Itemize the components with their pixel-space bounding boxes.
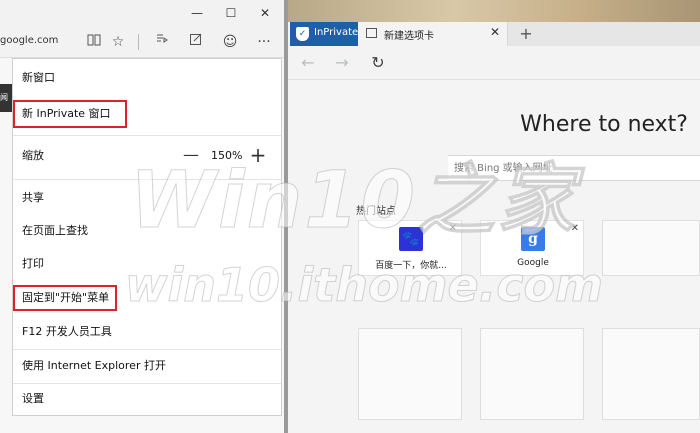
inprivate-label: InPrivate [314, 27, 359, 38]
highlight-box-inprivate [13, 100, 127, 128]
close-window-button[interactable]: ✕ [250, 4, 280, 22]
empty-site-tile[interactable] [480, 328, 584, 420]
menu-new-window[interactable]: 新窗口 [13, 65, 281, 91]
desktop-wallpaper-strip [288, 0, 700, 22]
menu-settings[interactable]: 设置 [13, 386, 281, 412]
minimize-button[interactable]: — [182, 4, 212, 22]
inprivate-shield-icon: ✓ [296, 27, 309, 41]
maximize-button[interactable]: ☐ [216, 4, 246, 22]
close-tab-icon[interactable]: ✕ [490, 25, 500, 39]
forward-arrow-icon[interactable]: → [332, 53, 352, 73]
zoom-label: 缩放 [22, 149, 44, 162]
watermark-logo-text: Win10之家 [130, 156, 577, 247]
watermark-url-text: win10.ithome.com [124, 258, 604, 313]
left-address-bar: google.com ☆ ☺ ··· [0, 26, 284, 58]
favorite-star-icon[interactable]: ☆ [108, 32, 128, 52]
navigation-bar: ← → ↻ [288, 46, 700, 80]
refresh-icon[interactable]: ↻ [368, 53, 388, 73]
tab-bar-background [508, 22, 700, 46]
menu-f12-devtools[interactable]: F12 开发人员工具 [13, 319, 281, 345]
empty-site-tile[interactable] [358, 328, 462, 420]
empty-site-tile[interactable] [602, 220, 700, 276]
left-title-bar: — ☐ ✕ [0, 0, 284, 26]
tab-title: 新建选项卡 [384, 31, 434, 42]
more-icon[interactable]: ··· [254, 32, 274, 52]
toolbar-separator [138, 34, 139, 50]
tab-new-tab[interactable]: 新建选项卡 ✕ [358, 22, 508, 46]
empty-site-tile[interactable] [602, 328, 700, 420]
hub-icon[interactable] [152, 32, 172, 52]
reading-view-icon[interactable] [84, 32, 104, 52]
new-tab-button[interactable]: + [516, 22, 536, 46]
inprivate-indicator: ✓ InPrivate [290, 22, 358, 46]
page-icon [366, 28, 377, 38]
web-note-icon[interactable] [186, 32, 206, 52]
menu-separator [13, 349, 281, 350]
address-url[interactable]: google.com [0, 35, 58, 46]
page-heading: Where to next? [520, 112, 688, 137]
highlight-box-pin [13, 285, 117, 311]
menu-separator [13, 135, 281, 136]
feedback-smiley-icon[interactable]: ☺ [220, 32, 240, 52]
menu-open-with-ie[interactable]: 使用 Internet Explorer 打开 [13, 353, 281, 379]
back-arrow-icon[interactable]: ← [298, 53, 318, 73]
menu-separator [13, 383, 281, 384]
